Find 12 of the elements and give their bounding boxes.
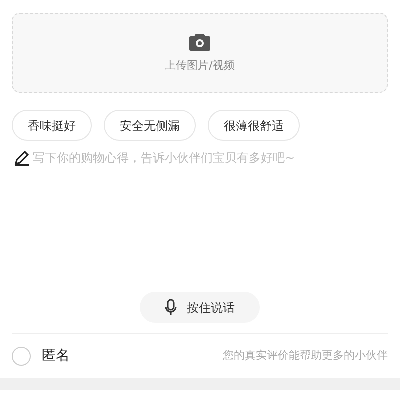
voice-button[interactable]: 按住说话 [140, 292, 260, 323]
upload-label: 上传图片/视频 [165, 58, 235, 74]
review-field[interactable]: 写下你的购物心得，告诉小伙伴们宝贝有多好吧~ [33, 149, 386, 167]
anonymous-label: 匿名 [42, 346, 70, 366]
pencil-icon [14, 150, 30, 166]
microphone-icon [165, 299, 177, 316]
tag-chip[interactable]: 香味挺好 [12, 110, 92, 141]
tag-chip[interactable]: 安全无侧漏 [104, 110, 196, 141]
anonymous-checkbox[interactable] [12, 346, 31, 366]
anonymous-hint: 您的真实评价能帮助更多的小伙伴 [223, 348, 388, 364]
tag-chip[interactable]: 很薄很舒适 [208, 110, 300, 141]
camera-icon [189, 32, 211, 52]
